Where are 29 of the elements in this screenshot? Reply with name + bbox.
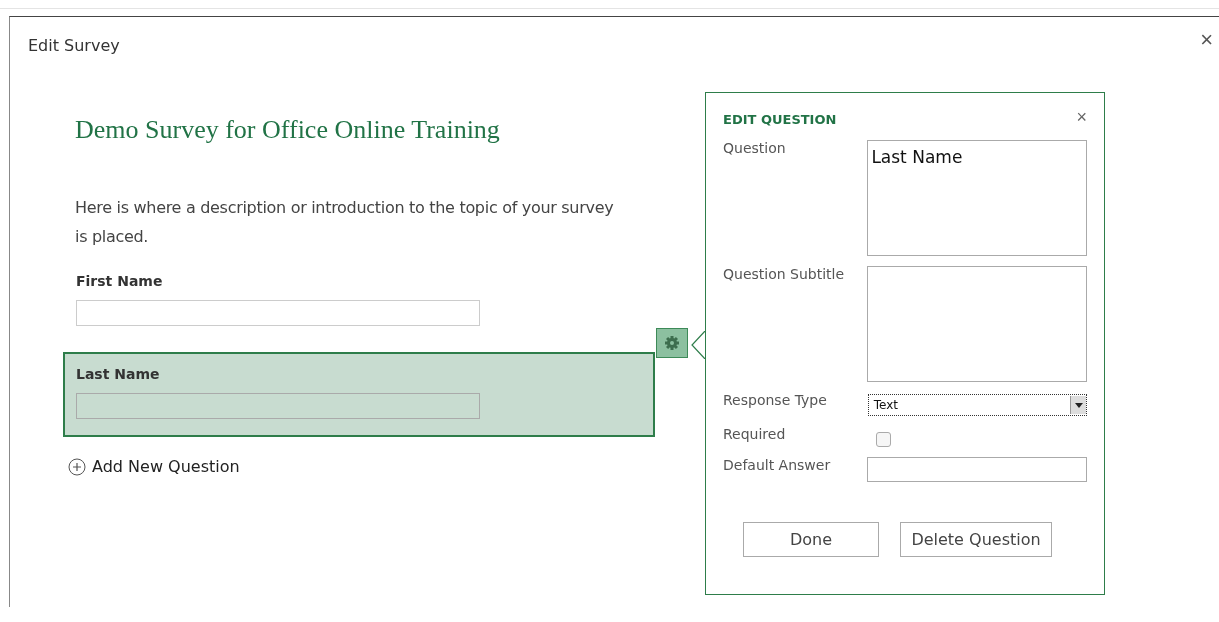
panel-title: EDIT QUESTION <box>723 111 837 127</box>
panel-button[interactable]: Delete Question <box>900 522 1052 557</box>
question-label: Last Name <box>76 366 161 382</box>
panel-button[interactable]: Done <box>743 522 879 557</box>
field-label: Question Subtitle <box>723 266 846 284</box>
answer-field[interactable] <box>76 300 480 326</box>
add-question-button[interactable]: Add New Question <box>68 457 240 476</box>
answer-field[interactable] <box>76 393 480 419</box>
text-area[interactable]: Last Name <box>867 140 1087 256</box>
close-button[interactable]: × <box>1076 107 1087 128</box>
survey-description: Here is where a description or introduction to the topic of your survey is placed. <box>75 197 615 248</box>
field-label: Question <box>723 140 787 158</box>
field-label: Default Answer <box>723 457 832 475</box>
field-label: Required <box>723 426 787 444</box>
settings-button[interactable] <box>656 328 688 358</box>
question-label: First Name <box>76 273 164 289</box>
text-area[interactable] <box>867 266 1087 382</box>
dropdown[interactable]: Text <box>867 394 1087 416</box>
question-card[interactable]: First Name <box>63 259 655 344</box>
settings-icon <box>663 334 681 352</box>
survey-title: Demo Survey for Office Online Training <box>75 115 501 145</box>
caret-icon <box>1074 402 1083 408</box>
field-label: Response Type <box>723 392 828 410</box>
checkbox[interactable] <box>876 432 891 447</box>
dialog-title: Edit Survey <box>28 36 120 55</box>
selected-question-card[interactable]: Last Name <box>63 352 655 437</box>
close-button[interactable]: × <box>1196 27 1217 53</box>
input-field[interactable] <box>867 457 1087 482</box>
plus-circle-icon <box>68 457 86 476</box>
